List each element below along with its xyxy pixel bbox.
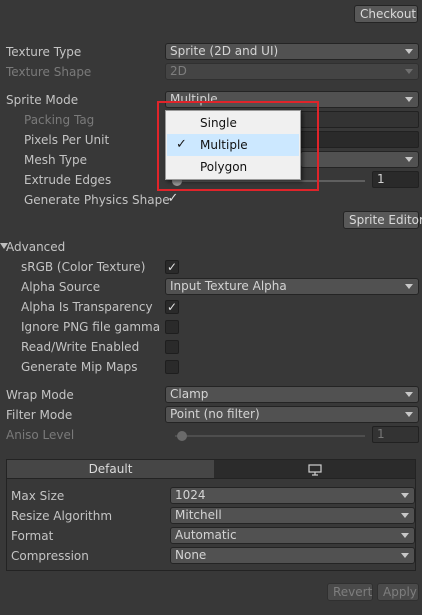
- format-value: Automatic: [175, 528, 237, 542]
- resize-algorithm-label: Resize Algorithm: [11, 509, 113, 523]
- srgb-label: sRGB (Color Texture): [21, 260, 146, 274]
- max-size-label: Max Size: [11, 489, 65, 503]
- compression-dropdown[interactable]: None: [170, 547, 415, 564]
- filter-mode-value: Point (no filter): [170, 407, 260, 421]
- tab-standalone[interactable]: [214, 460, 415, 478]
- tab-default[interactable]: Default: [7, 460, 214, 478]
- texture-type-value: Sprite (2D and UI): [170, 44, 279, 58]
- max-size-dropdown[interactable]: 1024: [170, 487, 415, 504]
- ignore-png-gamma-label: Ignore PNG file gamma: [21, 320, 161, 334]
- max-size-value: 1024: [175, 488, 206, 502]
- chevron-down-icon: [401, 553, 409, 558]
- compression-value: None: [175, 548, 207, 562]
- callout-highlight-box: [157, 101, 319, 191]
- pixels-per-unit-label: Pixels Per Unit: [24, 133, 110, 147]
- generate-physics-shape-label: Generate Physics Shape: [24, 193, 170, 207]
- resize-algorithm-value: Mitchell: [175, 508, 222, 522]
- extrude-edges-field[interactable]: 1: [372, 171, 419, 188]
- texture-type-label: Texture Type: [6, 45, 82, 59]
- sprite-mode-label: Sprite Mode: [6, 93, 79, 107]
- ignore-png-gamma-checkbox[interactable]: [165, 320, 179, 334]
- texture-shape-label: Texture Shape: [6, 65, 92, 79]
- compression-label: Compression: [11, 549, 89, 563]
- aniso-slider-thumb: [177, 431, 187, 441]
- chevron-down-icon: [405, 284, 413, 289]
- chevron-down-icon: [405, 412, 413, 417]
- chevron-down-icon: [405, 49, 413, 54]
- read-write-enabled-checkbox[interactable]: [165, 340, 179, 354]
- chevron-down-icon: [405, 97, 413, 102]
- generate-mip-maps-label: Generate Mip Maps: [21, 360, 138, 374]
- checkout-button[interactable]: Checkout: [354, 5, 418, 23]
- packing-tag-label: Packing Tag: [24, 113, 95, 127]
- aniso-slider-track: [175, 435, 365, 437]
- alpha-source-value: Input Texture Alpha: [170, 279, 287, 293]
- alpha-is-transparency-checkbox[interactable]: ✓: [165, 300, 179, 314]
- mesh-type-label: Mesh Type: [24, 153, 87, 167]
- wrap-mode-label: Wrap Mode: [6, 388, 74, 402]
- generate-physics-shape-checkbox[interactable]: ✓: [166, 192, 180, 207]
- chevron-down-icon: [405, 392, 413, 397]
- aniso-level-label: Aniso Level: [6, 428, 75, 442]
- texture-shape-dropdown: 2D: [165, 63, 419, 80]
- chevron-down-icon: [405, 157, 413, 162]
- generate-mip-maps-checkbox[interactable]: [165, 360, 179, 374]
- extrude-edges-label: Extrude Edges: [24, 173, 112, 187]
- chevron-down-icon: [401, 513, 409, 518]
- revert-button[interactable]: Revert: [327, 583, 373, 601]
- srgb-checkbox[interactable]: ✓: [165, 260, 179, 274]
- advanced-foldout-header[interactable]: Advanced: [6, 238, 65, 256]
- chevron-down-icon: [405, 69, 413, 74]
- filter-mode-label: Filter Mode: [6, 408, 73, 422]
- read-write-enabled-label: Read/Write Enabled: [21, 340, 140, 354]
- sprite-editor-button[interactable]: Sprite Editor: [343, 211, 422, 229]
- texture-shape-value: 2D: [170, 64, 187, 78]
- apply-button[interactable]: Apply: [377, 583, 419, 601]
- format-label: Format: [11, 529, 54, 543]
- chevron-down-icon: [401, 493, 409, 498]
- resize-algorithm-dropdown[interactable]: Mitchell: [170, 507, 415, 524]
- alpha-source-label: Alpha Source: [21, 280, 101, 294]
- texture-type-dropdown[interactable]: Sprite (2D and UI): [165, 43, 419, 60]
- filter-mode-dropdown[interactable]: Point (no filter): [165, 406, 419, 423]
- wrap-mode-value: Clamp: [170, 387, 209, 401]
- format-dropdown[interactable]: Automatic: [170, 527, 415, 544]
- wrap-mode-dropdown[interactable]: Clamp: [165, 386, 419, 403]
- alpha-is-transparency-label: Alpha Is Transparency: [21, 300, 153, 314]
- platform-tabs: Default: [6, 459, 416, 479]
- monitor-icon: [307, 464, 322, 476]
- chevron-down-icon: [401, 533, 409, 538]
- aniso-level-field: 1: [372, 426, 419, 443]
- alpha-source-dropdown[interactable]: Input Texture Alpha: [165, 278, 419, 295]
